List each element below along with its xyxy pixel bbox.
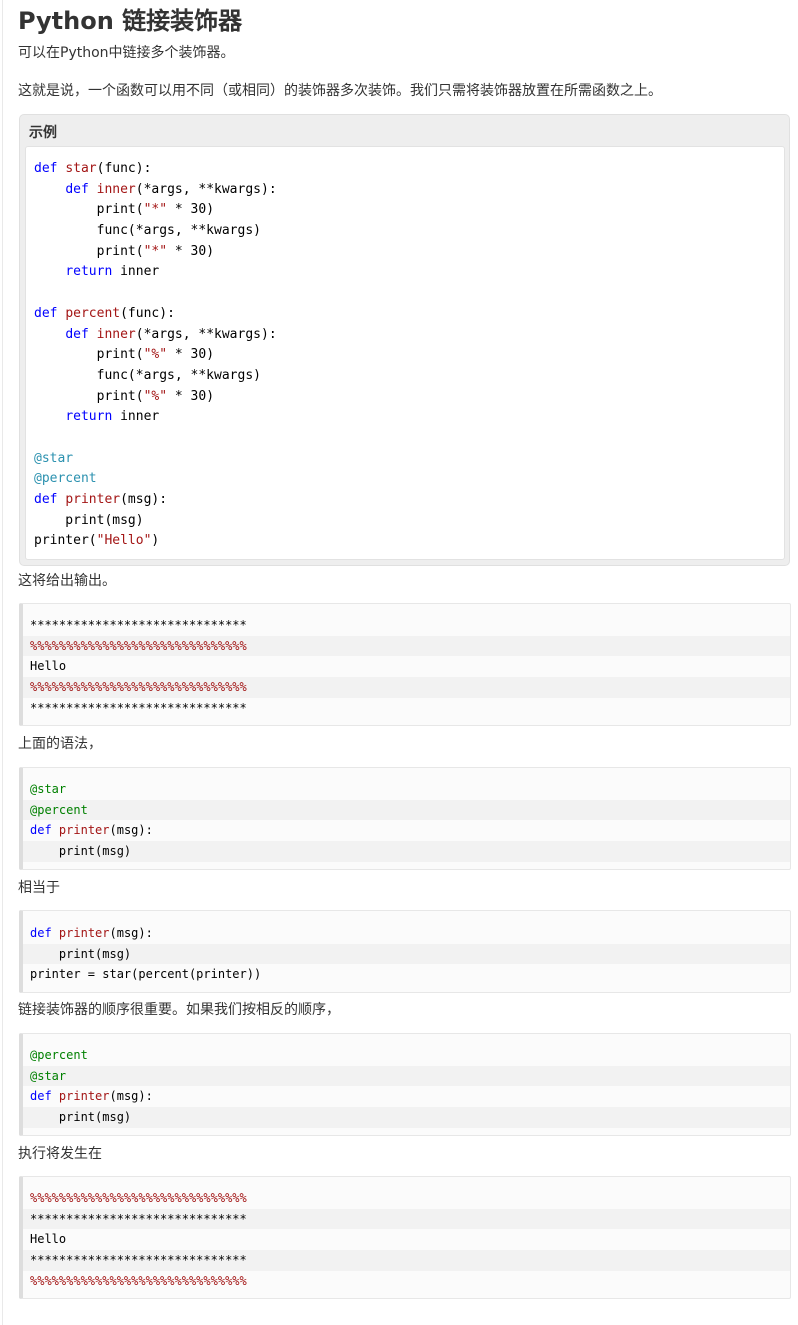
- intro-paragraph-1: 可以在Python中链接多个装饰器。: [18, 45, 235, 61]
- code-line: printer("Hello"): [34, 533, 160, 549]
- execution-text: 执行将发生在: [18, 1146, 102, 1162]
- code-line: ******************************: [23, 1208, 790, 1230]
- equivalent-text: 相当于: [18, 880, 60, 896]
- code-line: @star: [34, 450, 74, 466]
- code-line: def inner(*args, **kwargs):: [65, 181, 277, 197]
- code-line: %%%%%%%%%%%%%%%%%%%%%%%%%%%%%%: [23, 677, 790, 698]
- code-line: @percent: [30, 1048, 88, 1062]
- example-heading: 示例: [29, 125, 57, 141]
- code-line: print(msg): [34, 512, 144, 528]
- equivalent-code-block[interactable]: def printer(msg): print(msg) printer = st…: [19, 910, 791, 993]
- order-text: 链接装饰器的顺序很重要。如果我们按相反的顺序，: [18, 1002, 340, 1018]
- page-title: Python 链接装饰器: [18, 7, 243, 35]
- code-line: def inner(*args, **kwargs):: [65, 326, 277, 342]
- code-line: def percent(func):: [34, 305, 175, 321]
- example-box: 示例 def star(func): def inner(*args, **kw…: [19, 114, 790, 566]
- code-line: print(msg): [23, 841, 790, 862]
- output-intro-text: 这将给出输出。: [18, 573, 116, 589]
- code-line: def star(func):: [34, 161, 152, 176]
- code-line: printer = star(percent(printer)): [30, 967, 262, 982]
- code-line: def printer(msg):: [30, 926, 153, 940]
- code-line: func(*args, **kwargs): [34, 223, 261, 239]
- code-line: print("%" * 30): [34, 347, 215, 363]
- code-line: %%%%%%%%%%%%%%%%%%%%%%%%%%%%%%: [23, 635, 790, 657]
- code-line: ******************************: [30, 618, 247, 632]
- syntax-intro-text: 上面的语法，: [18, 736, 102, 752]
- code-line: @star: [30, 782, 67, 796]
- code-line: ******************************: [23, 1250, 790, 1271]
- left-border: [2, 0, 3, 1325]
- code-line: def printer(msg):: [30, 1089, 153, 1104]
- code-line: return inner: [65, 264, 160, 280]
- example-code-block[interactable]: def star(func): def inner(*args, **kwarg…: [25, 146, 785, 560]
- code-line: print("%" * 30): [34, 388, 215, 404]
- code-line: def printer(msg):: [34, 492, 168, 507]
- output-block-1[interactable]: ******************************%%%%%%%%%%…: [19, 603, 791, 726]
- output-block-2[interactable]: %%%%%%%%%%%%%%%%%%%%%%%%%%%%%% **********…: [19, 1176, 791, 1299]
- intro-paragraph-2: 这就是说，一个函数可以用不同（或相同）的装饰器多次装饰。我们只需将装饰器放置在所…: [18, 83, 662, 99]
- code-line: %%%%%%%%%%%%%%%%%%%%%%%%%%%%%%: [30, 1273, 247, 1288]
- syntax-code-block[interactable]: @star @percent def printer(msg): print(msg…: [19, 767, 791, 870]
- code-line: ******************************: [30, 700, 247, 715]
- code-line: return inner: [65, 409, 160, 425]
- code-line: %%%%%%%%%%%%%%%%%%%%%%%%%%%%%%: [30, 1191, 247, 1205]
- code-line: print(msg): [23, 943, 790, 965]
- code-line: @percent: [34, 471, 97, 487]
- code-line: def printer(msg):: [30, 823, 153, 838]
- code-line: print("*" * 30): [34, 243, 215, 259]
- code-line: Hello: [30, 1232, 67, 1247]
- code-line: Hello: [30, 659, 67, 674]
- code-line: print(msg): [23, 1107, 790, 1128]
- example-code: def star(func): def inner(*args, **kwarg…: [34, 159, 784, 552]
- code-line: @percent: [23, 799, 790, 821]
- code-line: @star: [23, 1065, 790, 1087]
- tutorial-page: Python 链接装饰器 可以在Python中链接多个装饰器。 这就是说，一个函…: [0, 0, 798, 1325]
- code-line: print("*" * 30): [34, 202, 215, 218]
- reverse-code-block[interactable]: @percent @star def printer(msg): print(msg…: [19, 1033, 791, 1136]
- code-line: func(*args, **kwargs): [34, 367, 261, 383]
